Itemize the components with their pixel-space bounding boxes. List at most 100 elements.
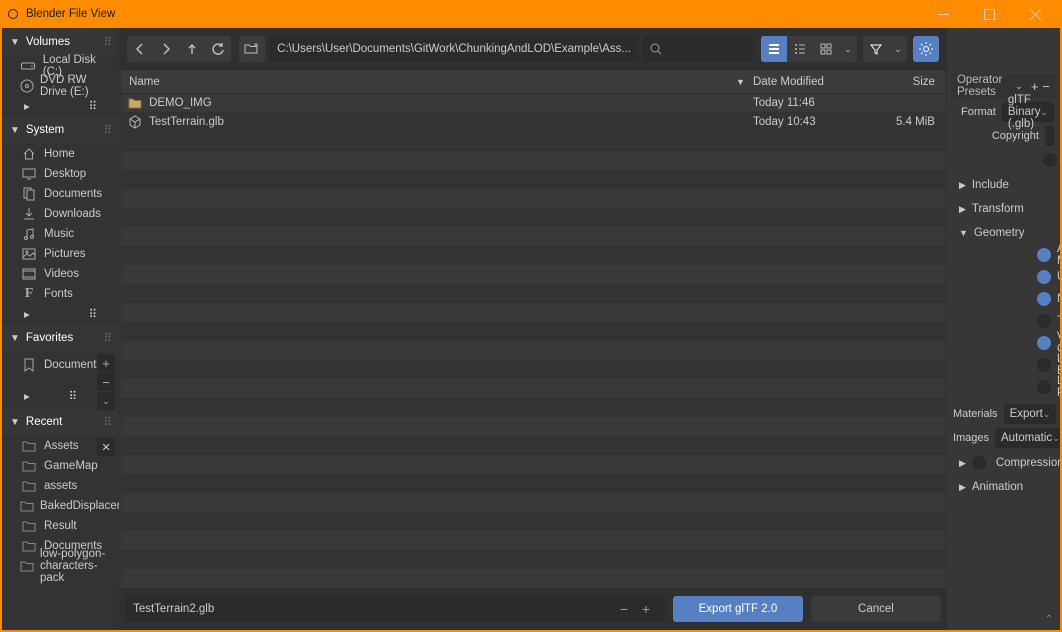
opt-loose-edges[interactable]: Loose Edges <box>947 354 1060 376</box>
new-folder-button[interactable] <box>239 36 265 62</box>
grip-icon[interactable]: ⠿ <box>103 35 111 49</box>
decrement-button[interactable]: − <box>613 601 635 617</box>
checkbox-icon[interactable] <box>1037 314 1051 328</box>
favorites-header[interactable]: ▼ Favorites ⠿ <box>2 324 119 352</box>
disc-icon <box>20 79 34 93</box>
preset-remove-button[interactable]: − <box>1042 79 1050 94</box>
operator-panel: Operator Presets ⌄ + − Format glTF Binar… <box>947 28 1060 630</box>
chevron-down-icon: ▼ <box>10 37 20 48</box>
volume-local-disk[interactable]: Local Disk (C:) <box>2 56 119 76</box>
cancel-button[interactable]: Cancel <box>811 596 941 622</box>
recent-item[interactable]: assets <box>2 476 119 496</box>
parent-button[interactable] <box>179 36 205 62</box>
column-date[interactable]: Date Modified <box>753 76 873 88</box>
file-row-file[interactable]: TestTerrain.glb Today 10:43 5.4 MiB <box>121 113 945 132</box>
format-dropdown[interactable]: glTF Binary (.glb)⌄ <box>1002 102 1054 122</box>
recent-item[interactable]: Result <box>2 516 119 536</box>
column-name[interactable]: Name▼ <box>121 76 753 88</box>
copyright-label: Copyright <box>953 130 1039 142</box>
images-dropdown[interactable]: Automatic⌄ <box>995 428 1060 448</box>
favorite-remove-button[interactable]: − <box>97 373 115 391</box>
grip-icon[interactable]: ⠿ <box>103 123 111 137</box>
preset-add-button[interactable]: + <box>1031 79 1039 94</box>
opt-vertex-colors[interactable]: Vertex Colors <box>947 332 1060 354</box>
recent-header[interactable]: ▼ Recent ⠿ <box>2 408 119 436</box>
checkbox-icon[interactable] <box>1037 270 1051 284</box>
system-home[interactable]: Home <box>2 144 119 164</box>
system-music[interactable]: Music <box>2 224 119 244</box>
file-row-folder[interactable]: DEMO_IMG Today 11:46 <box>121 94 945 113</box>
folder-icon <box>20 460 38 472</box>
forward-button[interactable] <box>153 36 179 62</box>
filename-input[interactable]: TestTerrain2.glb − + <box>125 596 665 622</box>
recent-item[interactable]: GameMap <box>2 456 119 476</box>
materials-dropdown[interactable]: Export⌄ <box>1004 404 1057 424</box>
folder-icon <box>20 520 38 532</box>
folder-icon <box>127 97 143 109</box>
checkbox-icon[interactable] <box>1037 380 1051 394</box>
column-headers: Name▼ Date Modified Size <box>121 70 945 94</box>
column-size[interactable]: Size <box>873 76 945 88</box>
view-options-button[interactable]: ⌄ <box>839 36 857 62</box>
system-desktop[interactable]: Desktop <box>2 164 119 184</box>
export-button[interactable]: Export glTF 2.0 <box>673 596 803 622</box>
geometry-section[interactable]: ▼Geometry <box>947 222 1060 244</box>
favorite-add-button[interactable]: + <box>97 354 115 372</box>
file-list-empty-area[interactable] <box>121 132 945 588</box>
recent-title: Recent <box>26 416 103 428</box>
system-documents[interactable]: Documents <box>2 184 119 204</box>
system-videos[interactable]: Videos <box>2 264 119 284</box>
maximize-button[interactable] <box>966 0 1012 28</box>
chevron-right-icon: ▶ <box>959 180 966 191</box>
checkbox-icon[interactable] <box>972 456 986 470</box>
view-list-button[interactable] <box>761 36 787 62</box>
path-input[interactable]: C:\Users\User\Documents\GitWork\Chunking… <box>269 36 639 62</box>
opt-normals[interactable]: Normals <box>947 288 1060 310</box>
minimize-button[interactable] <box>920 0 966 28</box>
system-fonts[interactable]: FFonts <box>2 284 119 304</box>
favorites-title: Favorites <box>26 332 103 344</box>
panel-expand-icon[interactable]: ⌃ <box>1042 612 1056 626</box>
system-header[interactable]: ▼ System ⠿ <box>2 116 119 144</box>
system-footer: ▸⠿ <box>2 304 119 324</box>
opt-loose-points[interactable]: Loose Points <box>947 376 1060 398</box>
favorite-menu-button[interactable]: ⌄ <box>97 392 115 410</box>
checkbox-icon[interactable] <box>1037 292 1051 306</box>
volumes-header[interactable]: ▼ Volumes ⠿ <box>2 28 119 56</box>
back-button[interactable] <box>127 36 153 62</box>
increment-button[interactable]: + <box>635 601 657 617</box>
checkbox-icon[interactable] <box>1037 358 1051 372</box>
refresh-button[interactable] <box>205 36 231 62</box>
opt-uvs[interactable]: UVs <box>947 266 1060 288</box>
system-downloads[interactable]: Downloads <box>2 204 119 224</box>
file-size: 5.4 MiB <box>873 116 945 128</box>
opt-apply-modifiers[interactable]: Apply Modifiers <box>947 244 1060 266</box>
compression-section[interactable]: ▶Compression <box>947 452 1060 474</box>
settings-button[interactable] <box>913 36 939 62</box>
recent-item[interactable]: BakedDisplacements <box>2 496 119 516</box>
view-grid-button[interactable] <box>813 36 839 62</box>
copyright-input[interactable] <box>1045 126 1054 146</box>
recent-clear-button[interactable]: ✕ <box>97 438 115 456</box>
animation-section[interactable]: ▶Animation <box>947 476 1060 498</box>
system-pictures[interactable]: Pictures <box>2 244 119 264</box>
grip-icon[interactable]: ⠿ <box>103 415 111 429</box>
include-section[interactable]: ▶Include <box>947 174 1060 196</box>
search-input[interactable] <box>643 36 753 62</box>
opt-tangents[interactable]: Tangents <box>947 310 1060 332</box>
transform-section[interactable]: ▶Transform <box>947 198 1060 220</box>
grip-icon[interactable]: ⠿ <box>103 331 111 345</box>
filter-options-button[interactable]: ⌄ <box>889 36 907 62</box>
recent-item[interactable]: low-polygon-characters-pack <box>2 556 119 576</box>
folder-icon <box>20 440 38 452</box>
remember-checkbox[interactable] <box>1043 153 1057 167</box>
file-name: DEMO_IMG <box>149 97 753 109</box>
view-detail-button[interactable] <box>787 36 813 62</box>
volume-dvd-drive[interactable]: DVD RW Drive (E:) <box>2 76 119 96</box>
checkbox-icon[interactable] <box>1037 248 1051 262</box>
chevron-down-icon: ▼ <box>10 125 20 136</box>
filter-button[interactable] <box>863 36 889 62</box>
checkbox-icon[interactable] <box>1037 336 1051 350</box>
chevron-down-icon: ▼ <box>10 333 20 344</box>
close-button[interactable] <box>1012 0 1058 28</box>
